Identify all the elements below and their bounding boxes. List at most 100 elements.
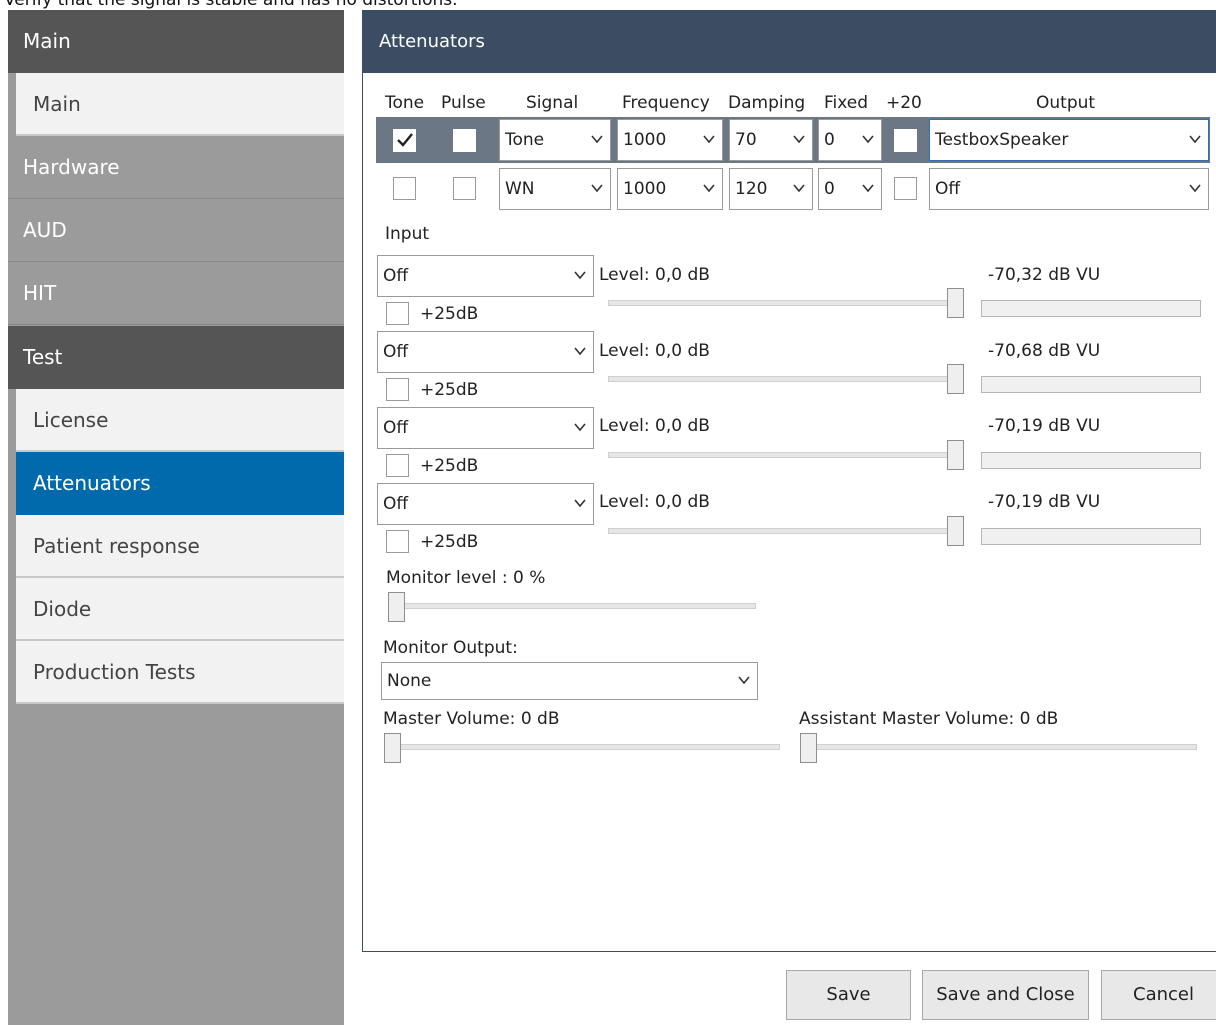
vu-readout-1: -70,32 dB VU: [988, 265, 1101, 285]
monitor-output-label: Monitor Output:: [383, 638, 518, 658]
signal-select-1[interactable]: Tone: [499, 119, 611, 161]
boost-label-1: +25dB: [420, 304, 479, 324]
input-section-label: Input: [385, 224, 430, 244]
vu-readout-2: -70,68 dB VU: [988, 341, 1101, 361]
attenuator-row-2[interactable]: WN 1000 120 0 Off: [376, 165, 1210, 211]
output-select-2[interactable]: Off: [929, 168, 1209, 210]
boost-checkbox-1[interactable]: [386, 302, 409, 325]
column-header-tone: Tone: [385, 93, 425, 113]
signal-value-1: Tone: [505, 130, 545, 150]
input-level-slider-thumb-1[interactable]: [947, 288, 964, 318]
frequency-value-2: 1000: [623, 179, 667, 199]
assistant-master-volume-label: Assistant Master Volume: 0 dB: [799, 709, 1059, 729]
assistant-master-volume-slider-track[interactable]: [800, 744, 1197, 750]
boost-label-4: +25dB: [420, 532, 479, 552]
master-volume-slider-track[interactable]: [384, 744, 780, 750]
boost-checkbox-3[interactable]: [386, 454, 409, 477]
damping-value-1: 70: [735, 130, 757, 150]
damping-value-2: 120: [735, 179, 768, 199]
fixed-value-1: 0: [824, 130, 835, 150]
chevron-down-icon: [738, 676, 750, 685]
plus20-checkbox-2[interactable]: [894, 177, 917, 200]
boost-checkbox-2[interactable]: [386, 378, 409, 401]
sidebar-category-hardware[interactable]: Hardware: [8, 136, 344, 199]
sidebar-header[interactable]: Main: [8, 10, 344, 73]
vu-readout-3: -70,19 dB VU: [988, 416, 1101, 436]
input-level-slider-thumb-2[interactable]: [947, 364, 964, 394]
chevron-down-icon: [574, 499, 586, 508]
boost-label-2: +25dB: [420, 380, 479, 400]
plus20-checkbox-1[interactable]: [894, 129, 917, 152]
chevron-down-icon: [862, 184, 874, 193]
sidebar-category-hit[interactable]: HIT: [8, 262, 344, 325]
pulse-checkbox-1[interactable]: [453, 129, 476, 152]
input-level-label-1: Level: 0,0 dB: [599, 265, 710, 285]
monitor-level-slider-track[interactable]: [388, 603, 756, 609]
column-header-signal: Signal: [526, 93, 579, 113]
fixed-select-1[interactable]: 0: [818, 119, 882, 161]
checkmark-icon: [396, 133, 413, 147]
sidebar-item-attenuators[interactable]: Attenuators: [16, 452, 344, 515]
column-header-output: Output: [1036, 93, 1096, 113]
master-volume-label: Master Volume: 0 dB: [383, 709, 560, 729]
boost-checkbox-4[interactable]: [386, 530, 409, 553]
chevron-down-icon: [591, 135, 603, 144]
vu-meter-1: [981, 300, 1201, 317]
fixed-select-2[interactable]: 0: [818, 168, 882, 210]
signal-select-2[interactable]: WN: [499, 168, 611, 210]
panel-title: Attenuators: [362, 10, 1216, 73]
vu-readout-4: -70,19 dB VU: [988, 492, 1101, 512]
signal-value-2: WN: [505, 179, 535, 199]
input-level-label-3: Level: 0,0 dB: [599, 416, 710, 436]
sidebar-item-main[interactable]: Main: [16, 73, 344, 136]
frequency-select-1[interactable]: 1000: [617, 119, 723, 161]
input-level-label-2: Level: 0,0 dB: [599, 341, 710, 361]
input-source-select-2[interactable]: Off: [377, 331, 594, 373]
pulse-checkbox-2[interactable]: [453, 177, 476, 200]
column-header-frequency: Frequency: [622, 93, 710, 113]
frequency-select-2[interactable]: 1000: [617, 168, 723, 210]
vu-meter-4: [981, 528, 1201, 545]
input-level-slider-thumb-3[interactable]: [947, 440, 964, 470]
input-level-slider-track-2[interactable]: [608, 376, 964, 382]
chevron-down-icon: [591, 184, 603, 193]
input-level-slider-track-3[interactable]: [608, 452, 964, 458]
instruction-text: Verify that the signal is stable and has…: [4, 0, 458, 10]
sidebar-item-diode[interactable]: Diode: [16, 578, 344, 641]
chevron-down-icon: [1189, 184, 1201, 193]
vu-meter-3: [981, 452, 1201, 469]
input-source-select-4[interactable]: Off: [377, 483, 594, 525]
sidebar-category-test[interactable]: Test: [8, 326, 344, 389]
chevron-down-icon: [862, 135, 874, 144]
save-button[interactable]: Save: [786, 970, 911, 1020]
input-level-slider-track-4[interactable]: [608, 528, 964, 534]
input-source-value-1: Off: [383, 266, 409, 286]
tone-checkbox-2[interactable]: [393, 177, 416, 200]
tone-checkbox-1[interactable]: [393, 129, 416, 152]
input-level-slider-thumb-4[interactable]: [947, 516, 964, 546]
save-and-close-button[interactable]: Save and Close: [922, 970, 1089, 1020]
cancel-button[interactable]: Cancel: [1101, 970, 1216, 1020]
damping-select-2[interactable]: 120: [729, 168, 813, 210]
attenuator-row-1[interactable]: Tone 1000 70 0 TestboxSpeaker: [376, 117, 1210, 163]
monitor-output-select[interactable]: None: [381, 662, 758, 700]
vu-meter-2: [981, 376, 1201, 393]
sidebar-item-patient-response[interactable]: Patient response: [16, 515, 344, 578]
input-source-select-1[interactable]: Off: [377, 255, 594, 297]
chevron-down-icon: [703, 135, 715, 144]
sidebar-item-production-tests[interactable]: Production Tests: [16, 641, 344, 704]
chevron-down-icon: [574, 271, 586, 280]
chevron-down-icon: [1189, 135, 1201, 144]
input-source-value-4: Off: [383, 494, 409, 514]
input-source-select-3[interactable]: Off: [377, 407, 594, 449]
output-select-1[interactable]: TestboxSpeaker: [929, 119, 1209, 161]
master-volume-slider-thumb[interactable]: [384, 733, 401, 763]
boost-label-3: +25dB: [420, 456, 479, 476]
sidebar-category-aud[interactable]: AUD: [8, 199, 344, 262]
assistant-master-volume-slider-thumb[interactable]: [800, 733, 817, 763]
monitor-level-slider-thumb[interactable]: [388, 592, 405, 622]
sidebar-item-license[interactable]: License: [16, 389, 344, 452]
input-level-slider-track-1[interactable]: [608, 300, 964, 306]
chevron-down-icon: [703, 184, 715, 193]
damping-select-1[interactable]: 70: [729, 119, 813, 161]
